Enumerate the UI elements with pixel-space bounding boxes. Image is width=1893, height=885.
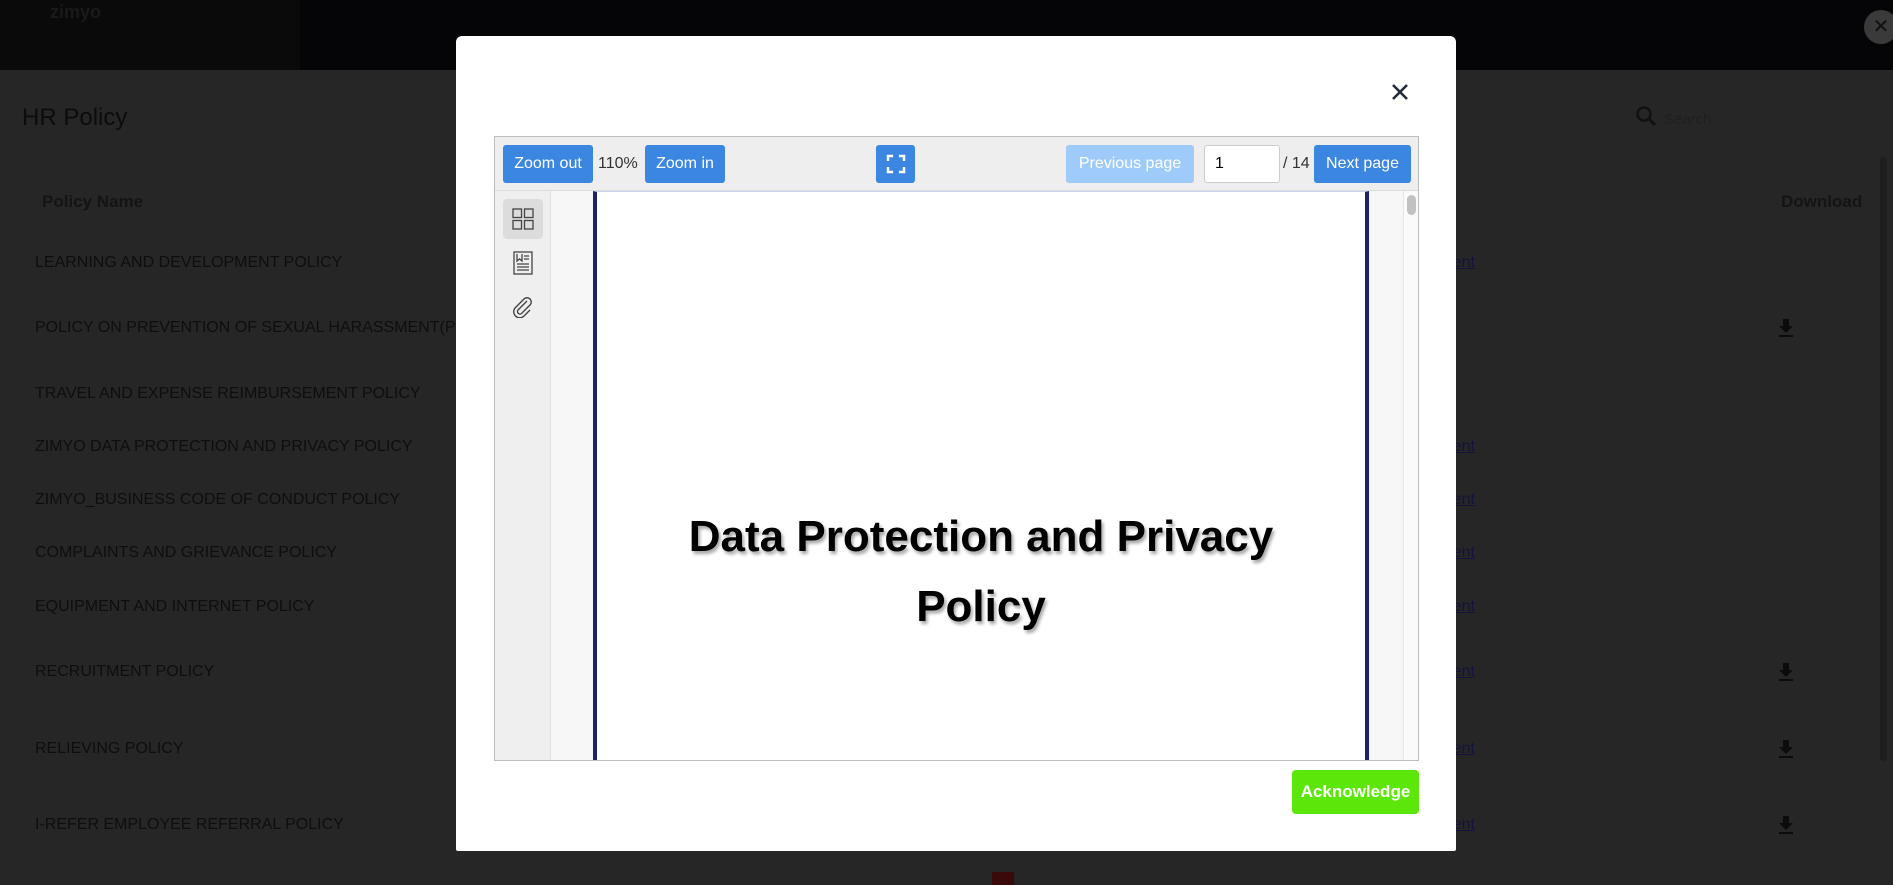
pdf-file-icon [992,872,1014,885]
download-icon[interactable] [1776,738,1796,760]
policy-name: ZIMYO DATA PROTECTION AND PRIVACY POLICY [35,438,413,455]
pdf-viewer: Zoom out 110% Zoom in Previous page / 14… [494,136,1419,761]
zoom-level: 110% [598,155,638,172]
pdf-toolbar: Zoom out 110% Zoom in Previous page / 14… [495,137,1418,191]
policy-name: RELIEVING POLICY [35,740,184,757]
policy-name: LEARNING AND DEVELOPMENT POLICY [35,254,343,271]
scrollbar-thumb[interactable] [1407,195,1416,215]
thumbnails-button[interactable] [503,199,543,239]
zimyo-logo[interactable]: zimyo [50,2,101,23]
zoom-in-button[interactable]: Zoom in [645,145,725,183]
policy-name: POLICY ON PREVENTION OF SEXUAL HARASSMEN… [35,319,496,336]
page-scrollbar[interactable] [1880,157,1887,761]
close-icon[interactable] [1386,78,1414,106]
document-page: Data Protection and Privacy Policy [593,191,1369,760]
document-title: Data Protection and Privacy Policy [597,502,1365,642]
next-page-button[interactable]: Next page [1314,145,1411,183]
bookmarks-icon [513,251,533,275]
overlay-close-icon[interactable]: ✕ [1864,10,1893,44]
download-icon[interactable] [1776,661,1796,683]
document-scrollbar[interactable] [1403,191,1418,760]
fullscreen-button[interactable] [876,145,915,183]
search-input[interactable] [1664,108,1844,130]
policy-name: TRAVEL AND EXPENSE REIMBURSEMENT POLICY [35,385,421,402]
search-icon [1636,106,1657,127]
document-title-line-1: Data Protection and Privacy [688,512,1274,561]
paperclip-icon [513,297,532,318]
document-title-line-2: Policy [916,582,1046,631]
fullscreen-icon [886,154,905,174]
bookmarks-button[interactable] [503,243,543,283]
column-header-download: Download [1781,192,1863,211]
attachments-button[interactable] [503,287,543,327]
brand-area: zimyo [0,0,300,70]
download-icon[interactable] [1776,317,1796,339]
document-area[interactable]: Data Protection and Privacy Policy [551,191,1403,760]
page-number-input[interactable] [1204,145,1280,183]
previous-page-button[interactable]: Previous page [1066,145,1194,183]
column-header-policy-name[interactable]: Policy Name [42,192,143,212]
viewer-sidebar [495,191,551,760]
zoom-out-button[interactable]: Zoom out [503,145,593,183]
policy-name: I-REFER EMPLOYEE REFERRAL POLICY [35,816,344,833]
acknowledge-button[interactable]: Acknowledge [1292,770,1419,814]
policy-name: RECRUITMENT POLICY [35,663,215,680]
thumbnails-icon [512,208,534,230]
policy-name: EQUIPMENT AND INTERNET POLICY [35,598,315,615]
page-title: HR Policy [22,104,128,131]
policy-name: COMPLAINTS AND GRIEVANCE POLICY [35,544,337,561]
download-icon[interactable] [1776,814,1796,836]
page-total: / 14 [1283,155,1310,172]
policy-name: ZIMYO_BUSINESS CODE OF CONDUCT POLICY [35,491,401,508]
